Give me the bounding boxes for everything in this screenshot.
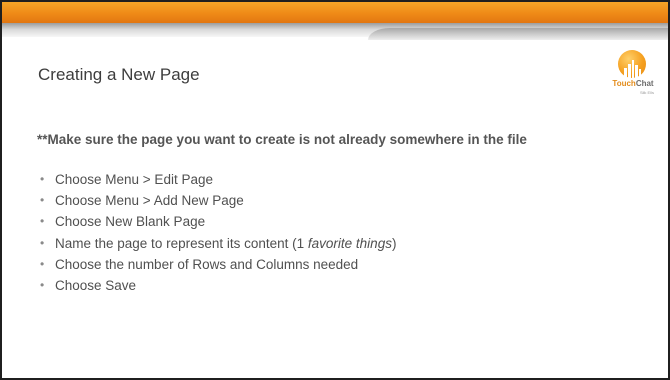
header-grey-swoosh [368,28,668,40]
bullet-dot: • [40,256,45,271]
bullet-list: • Choose Menu > Edit Page • Choose Menu > … [40,169,396,296]
list-item: • Name the page to represent its content … [40,233,396,254]
bullet-dot: • [40,193,45,208]
bullet-dot: • [40,277,45,292]
list-item-text: Choose Menu > Add New Page [55,193,244,209]
list-item-text: Name the page to represent its content (… [55,235,308,251]
list-item: • Choose Menu > Edit Page [40,169,396,190]
list-item-text: Choose Menu > Edit Page [55,172,213,187]
list-item-text: Choose the number of Rows and Columns ne… [55,256,359,272]
slide: Creating a New Page TouchChat Silk Ells … [0,0,670,380]
list-item: • Choose the number of Rows and Columns n… [40,254,396,275]
list-item-text: Choose Save [55,277,137,293]
header-orange-band [2,2,668,23]
logo-word-touch: Touch [612,79,636,88]
list-item-text: Choose New Blank Page [55,214,206,230]
bullet-dot: • [40,235,45,250]
list-item-text-end: ) [391,235,397,251]
bullet-dot: • [40,214,45,229]
list-item-emphasis: favorite things [307,235,392,251]
logo-wordmark: TouchChat [610,79,656,88]
list-item: • Choose Save [40,275,396,296]
logo-skyline-icon [624,60,641,78]
list-item: • Choose Menu > Add New Page [40,190,396,211]
slide-title: Creating a New Page [38,65,200,84]
intro-note: **Make sure the page you want to create … [37,132,527,147]
bullet-dot: • [40,172,45,186]
logo-subtext: Silk Ells [639,90,654,95]
list-item: • Choose New Blank Page [40,211,396,232]
logo-word-chat: Chat [635,79,654,88]
touchchat-logo-icon: TouchChat Silk Ells [610,50,654,98]
